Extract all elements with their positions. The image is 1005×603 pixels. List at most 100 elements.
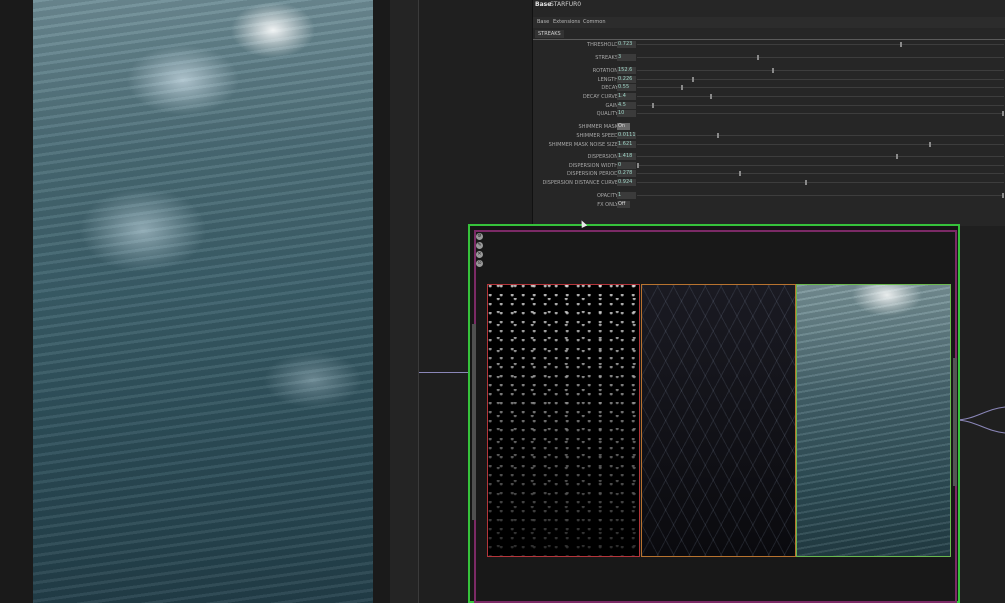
pencil-icon[interactable]: ✎ <box>476 242 483 249</box>
panel-toolbar: ? ⎙ ℹ <box>535 8 566 25</box>
param-value-field[interactable]: On <box>617 123 630 130</box>
param-row-dispersion-width: DISPERSION WIDTH 0 <box>533 162 1005 170</box>
slider-handle[interactable] <box>637 163 639 168</box>
input-wire <box>419 372 474 373</box>
param-slider[interactable] <box>637 85 1004 90</box>
param-slider[interactable] <box>637 68 1004 73</box>
param-row-dispersion-period: DISPERSION PERIOD 0.278 <box>533 170 1005 178</box>
param-value-field[interactable]: 0 <box>617 162 636 169</box>
slider-handle[interactable] <box>710 94 712 99</box>
param-value-field[interactable]: 0.55 <box>617 84 636 91</box>
param-label: DISPERSION <box>587 154 618 160</box>
pin-icon[interactable]: ⊙ <box>476 260 483 267</box>
param-row-dispersion-distance-curve: DISPERSION DISTANCE CURVE 0.924 <box>533 179 1005 187</box>
param-row-decay: DECAY 0.55 <box>533 84 1005 92</box>
param-value-field[interactable]: 3 <box>617 54 636 61</box>
param-value-field[interactable]: 0.924 <box>617 179 636 186</box>
slider-handle[interactable] <box>1002 111 1004 116</box>
param-label: FX ONLY <box>597 202 618 208</box>
page-tabs: Base Extensions Common <box>533 17 1005 28</box>
slider-handle[interactable] <box>929 142 931 147</box>
param-row-threshold: THRESHOLD 0.723 <box>533 41 1005 49</box>
slider-handle[interactable] <box>1002 193 1004 198</box>
custom-page-tabs: STREAKS <box>533 29 1005 40</box>
param-slider[interactable] <box>637 163 1004 168</box>
slider-handle[interactable] <box>757 55 760 60</box>
param-slider[interactable] <box>637 193 1004 198</box>
tab-streaks[interactable]: STREAKS <box>535 30 564 38</box>
param-slider[interactable] <box>637 103 1004 108</box>
slider-handle[interactable] <box>717 133 720 138</box>
param-value-field[interactable]: 0.723 <box>617 41 636 48</box>
slider-handle[interactable] <box>896 154 899 159</box>
param-label: SHIMMER MASK <box>578 124 618 130</box>
param-value-field[interactable]: 0.0111 <box>617 132 636 139</box>
slider-handle[interactable] <box>691 77 694 82</box>
param-label: ROTATION <box>592 68 618 74</box>
operator-name[interactable]: STARFUR0 <box>550 1 581 8</box>
param-value-field[interactable]: 10 <box>617 110 636 117</box>
slider-handle[interactable] <box>680 85 683 90</box>
param-label: OPACITY <box>596 193 618 199</box>
param-slider[interactable] <box>637 180 1004 185</box>
param-value-field[interactable]: 4.5 <box>617 102 636 109</box>
param-value-field[interactable]: 0.226 <box>617 76 636 83</box>
param-label: DISPERSION DISTANCE CURVE <box>542 180 618 186</box>
close-icon[interactable]: ✕ <box>476 251 483 258</box>
param-slider[interactable] <box>637 42 1004 47</box>
param-slider[interactable] <box>637 94 1004 99</box>
node-toolbar: ⚙ ✎ ✕ ⊙ <box>475 231 485 271</box>
param-value-field[interactable]: 0.278 <box>617 170 636 177</box>
param-label: DISPERSION PERIOD <box>567 171 618 177</box>
tab-extensions[interactable]: Extensions <box>553 19 580 25</box>
param-slider[interactable] <box>637 154 1004 159</box>
param-row-opacity: OPACITY 1 <box>533 192 1005 200</box>
param-slider[interactable] <box>637 133 1004 138</box>
param-row-streaks: STREAKS 3 <box>533 54 1005 62</box>
param-row-shimmer-mask: SHIMMER MASK On <box>533 123 1005 131</box>
param-label: SHIMMER MASK NOISE SIZE <box>548 142 618 148</box>
param-value-field[interactable]: 1.4 <box>617 93 636 100</box>
operator-type: Base <box>535 1 552 8</box>
param-row-fx-only: FX ONLY Off <box>533 201 1005 209</box>
viewer-image <box>33 0 373 603</box>
param-slider[interactable] <box>637 55 1004 60</box>
node-scrollbar[interactable] <box>953 358 957 486</box>
slider-handle[interactable] <box>804 180 807 185</box>
param-row-shimmer-speed: SHIMMER SPEED 0.0111 <box>533 132 1005 140</box>
param-label: STREAKS <box>595 55 618 61</box>
param-slider[interactable] <box>637 111 1004 116</box>
param-value-field[interactable]: 152.6 <box>617 67 636 74</box>
param-slider[interactable] <box>637 142 1004 147</box>
param-row-gain: GAIN 4.5 <box>533 102 1005 110</box>
param-row-dispersion: DISPERSION 1.418 <box>533 153 1005 161</box>
param-label: SHIMMER SPEED <box>576 133 618 139</box>
tab-common[interactable]: Common <box>583 19 606 25</box>
output-wire <box>955 406 1005 434</box>
param-slider[interactable] <box>637 171 1004 176</box>
parameter-panel: Base STARFUR0 ? ⎙ ℹ ✎ ▭ ↻ ● + ◆ Base Ext… <box>532 0 1005 226</box>
param-row-shimmer-mask-noise-size: SHIMMER MASK NOISE SIZE 1.621 <box>533 141 1005 149</box>
param-label: DECAY CURVE <box>582 94 618 100</box>
slider-handle[interactable] <box>651 103 654 108</box>
param-value-field[interactable]: Off <box>617 201 630 208</box>
param-label: LENGTH <box>597 77 618 83</box>
slider-handle[interactable] <box>772 68 775 73</box>
param-value-field[interactable]: 1 <box>617 192 636 199</box>
settings-icon[interactable]: ⚙ <box>476 233 483 240</box>
slider-handle[interactable] <box>739 171 742 176</box>
tab-base[interactable]: Base <box>537 19 549 25</box>
param-slider[interactable] <box>637 77 1004 82</box>
param-value-field[interactable]: 1.418 <box>617 153 636 160</box>
viewer-margin <box>390 0 418 603</box>
param-value-field[interactable]: 1.621 <box>617 141 636 148</box>
streaks-preview <box>641 284 796 557</box>
slider-handle[interactable] <box>899 42 902 47</box>
param-row-length: LENGTH 0.226 <box>533 76 1005 84</box>
param-label: THRESHOLD <box>587 42 618 48</box>
param-row-rotation: ROTATION 152.6 <box>533 67 1005 75</box>
param-row-quality: QUALITY 10 <box>533 110 1005 118</box>
node-input-strip[interactable] <box>472 324 476 520</box>
threshold-mask-preview <box>487 284 640 557</box>
param-label: DISPERSION WIDTH <box>568 163 618 169</box>
